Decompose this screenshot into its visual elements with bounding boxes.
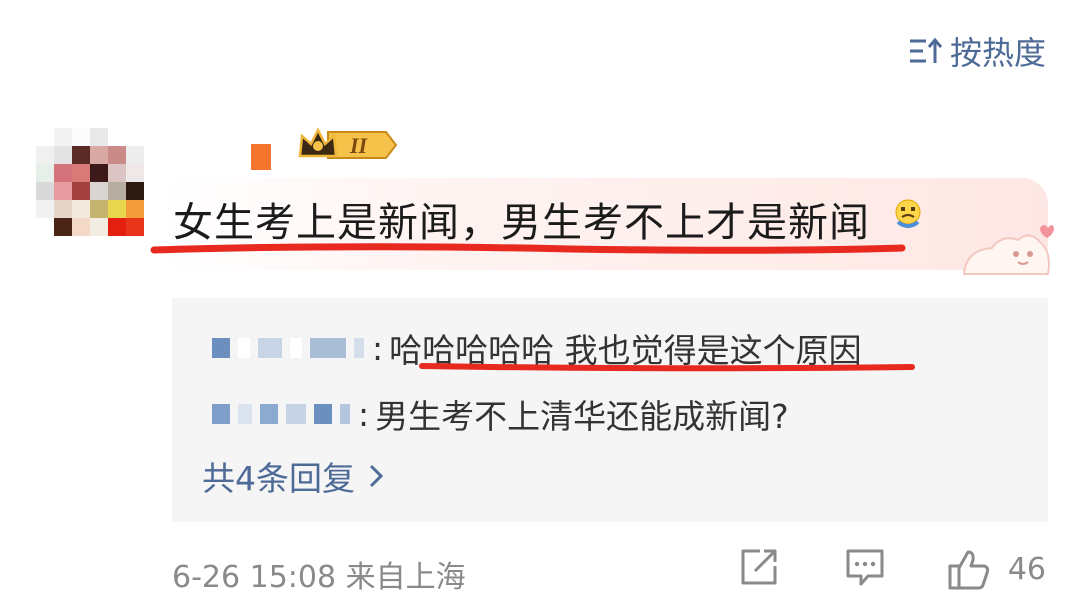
level-badge-text: II — [349, 133, 369, 158]
more-replies-label: 共4条回复 — [202, 459, 355, 498]
reply-separator: : — [358, 394, 370, 434]
reply-item[interactable]: : 男生考不上清华还能成新闻? — [212, 390, 789, 438]
sort-label: 按热度 — [949, 34, 1046, 72]
view-all-replies-link[interactable]: 共4条回复 — [202, 452, 383, 500]
comment-actions: 46 — [736, 546, 1046, 596]
reply-username-redacted[interactable] — [212, 328, 372, 368]
level-badge: II — [298, 127, 398, 159]
crying-face-emoji — [895, 199, 921, 228]
red-underline-annotation — [419, 363, 915, 372]
cat-sticker-decoration — [962, 225, 1054, 275]
comment-meta: 6-26 15:08 来自上海 — [172, 560, 466, 595]
comment-icon[interactable] — [844, 546, 886, 588]
sort-by-hot-button[interactable]: 按热度 — [908, 28, 1046, 74]
sort-hot-icon — [909, 37, 943, 63]
reply-separator: : — [372, 328, 384, 368]
like-count: 46 — [1007, 552, 1046, 587]
reply-preview-box[interactable]: : 哈哈哈哈哈 我也觉得是这个原因 : 男生考不上清华还能成新闻? 共4条回复 — [172, 298, 1048, 522]
reply-text: 男生考不上清华还能成新闻? — [375, 397, 789, 436]
chevron-right-icon — [369, 464, 383, 488]
share-icon[interactable] — [738, 546, 780, 588]
red-underline-annotation — [150, 243, 906, 254]
avatar[interactable] — [36, 128, 144, 236]
reply-username-redacted[interactable] — [212, 394, 358, 434]
username-redacted[interactable] — [251, 144, 271, 170]
thumbs-up-icon[interactable] — [946, 546, 992, 592]
